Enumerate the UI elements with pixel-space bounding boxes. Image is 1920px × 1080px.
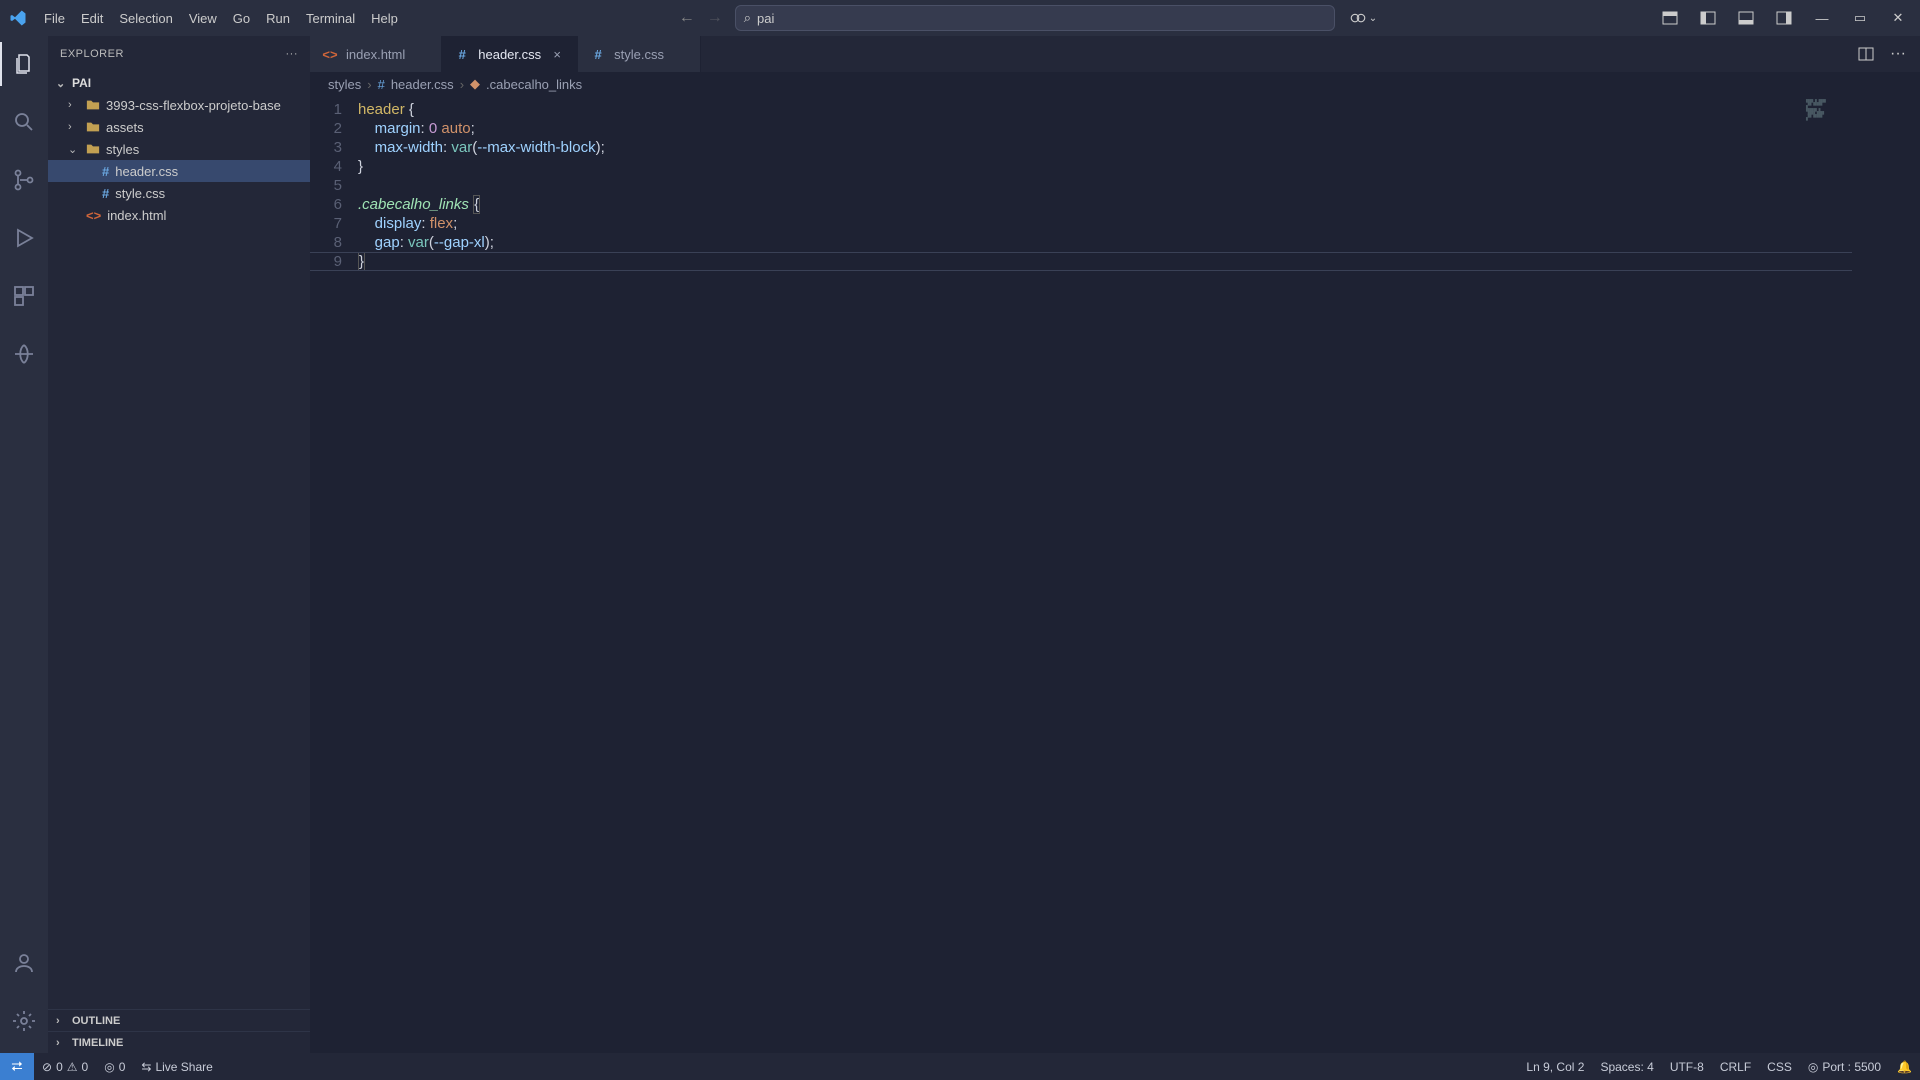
tab-actions: ··· [1852, 36, 1920, 72]
menu-file[interactable]: File [36, 0, 73, 36]
status-encoding[interactable]: UTF-8 [1662, 1053, 1712, 1080]
file-tree: ›3993-css-flexbox-projeto-base›assets⌄st… [48, 94, 310, 226]
breadcrumb-folder[interactable]: styles [328, 77, 361, 92]
status-bell-icon[interactable]: 🔔 [1889, 1053, 1920, 1080]
vscode-logo-icon [0, 9, 36, 27]
panel-right-icon[interactable] [1766, 0, 1802, 36]
sidebar-title-label: EXPLORER [60, 48, 124, 60]
code-content[interactable]: header { margin: 0 auto; max-width: var(… [358, 96, 605, 1053]
menu-run[interactable]: Run [258, 0, 298, 36]
menu-bar: File Edit Selection View Go Run Terminal… [36, 0, 406, 36]
liveshare-icon: ⇆ [141, 1060, 151, 1074]
status-go-live[interactable]: ◎Port : 5500 [1800, 1053, 1889, 1080]
broadcast-icon: ◎ [1808, 1060, 1818, 1074]
line-gutter: 123456789 [310, 96, 358, 1053]
status-spaces[interactable]: Spaces: 4 [1592, 1053, 1661, 1080]
title-right: — ▭ ✕ [1652, 0, 1920, 36]
accounts-icon[interactable] [0, 945, 48, 981]
more-actions-icon[interactable]: ··· [1884, 40, 1912, 68]
status-problems[interactable]: ⊘0 ⚠0 [34, 1053, 96, 1080]
split-editor-icon[interactable] [1852, 40, 1880, 68]
source-control-icon[interactable] [0, 162, 48, 198]
nav-back-icon[interactable]: ← [675, 6, 699, 30]
sidebar-bottom: ›OUTLINE ›TIMELINE [48, 1009, 310, 1053]
window-close[interactable]: ✕ [1880, 0, 1916, 36]
nav-forward-icon[interactable]: → [703, 6, 727, 30]
menu-go[interactable]: Go [225, 0, 258, 36]
live-share-icon[interactable] [0, 336, 48, 372]
editor-group: <>index.html#header.css×#style.css ··· s… [310, 36, 1920, 1053]
root-folder-label: PAI [72, 76, 91, 90]
workbench-body: EXPLORER ··· ⌄ PAI ›3993-css-flexbox-pro… [0, 36, 1920, 1053]
breadcrumbs[interactable]: styles › #header.css › ◆.cabecalho_links [310, 72, 1920, 96]
menu-selection[interactable]: Selection [111, 0, 180, 36]
warning-icon: ⚠ [67, 1060, 78, 1074]
side-bar: EXPLORER ··· ⌄ PAI ›3993-css-flexbox-pro… [48, 36, 310, 1053]
status-liveshare[interactable]: ⇆Live Share [133, 1053, 220, 1080]
menu-help[interactable]: Help [363, 0, 406, 36]
status-bar: ⮂ ⊘0 ⚠0 0 ⇆Live Share Ln 9, Col 2 Spaces… [0, 1053, 1920, 1080]
minimap[interactable]: ████ █ ████ ██ █████ █ ██████ █ ████ ███… [1806, 100, 1906, 130]
tab[interactable]: <>index.html [310, 36, 442, 72]
error-icon: ⊘ [42, 1060, 52, 1074]
menu-terminal[interactable]: Terminal [298, 0, 363, 36]
explorer-root[interactable]: ⌄ PAI [48, 72, 310, 94]
title-bar: File Edit Selection View Go Run Terminal… [0, 0, 1920, 36]
status-cursor[interactable]: Ln 9, Col 2 [1518, 1053, 1592, 1080]
status-language[interactable]: CSS [1759, 1053, 1800, 1080]
tab[interactable]: #header.css× [442, 36, 578, 72]
search-icon: ⌕ [744, 10, 751, 26]
explorer-icon[interactable] [0, 46, 48, 82]
copilot-icon[interactable]: ⌄ [1343, 0, 1383, 36]
status-eol[interactable]: CRLF [1712, 1053, 1759, 1080]
chevron-down-icon: ⌄ [56, 77, 68, 90]
window-minimize[interactable]: — [1804, 0, 1840, 36]
sidebar-more-icon[interactable]: ··· [286, 48, 299, 60]
run-debug-icon[interactable] [0, 220, 48, 256]
tab-bar: <>index.html#header.css×#style.css ··· [310, 36, 1920, 72]
command-center-search[interactable]: ⌕ pai [735, 5, 1335, 31]
tree-item[interactable]: ›assets [48, 116, 310, 138]
title-center: ← → ⌕ pai ⌄ [406, 0, 1652, 36]
extensions-icon[interactable] [0, 278, 48, 314]
activity-bar [0, 36, 48, 1053]
close-tab-icon[interactable]: × [549, 47, 565, 62]
panel-bottom-icon[interactable] [1728, 0, 1764, 36]
tab[interactable]: #style.css [578, 36, 701, 72]
broadcast-icon [104, 1060, 114, 1074]
layout-toggle-icon[interactable] [1652, 0, 1688, 36]
menu-view[interactable]: View [181, 0, 225, 36]
tree-item[interactable]: ›3993-css-flexbox-projeto-base [48, 94, 310, 116]
search-value: pai [757, 11, 774, 26]
menu-edit[interactable]: Edit [73, 0, 111, 36]
outline-section[interactable]: ›OUTLINE [48, 1009, 310, 1031]
editor-area[interactable]: 123456789 header { margin: 0 auto; max-w… [310, 96, 1920, 1053]
sidebar-title: EXPLORER ··· [48, 36, 310, 72]
search-activity-icon[interactable] [0, 104, 48, 140]
tree-item[interactable]: <>index.html [48, 204, 310, 226]
panel-left-icon[interactable] [1690, 0, 1726, 36]
tree-item[interactable]: #header.css [48, 160, 310, 182]
tree-item[interactable]: #style.css [48, 182, 310, 204]
status-ports[interactable]: 0 [96, 1053, 133, 1080]
tree-item[interactable]: ⌄styles [48, 138, 310, 160]
remote-indicator[interactable]: ⮂ [0, 1053, 34, 1080]
timeline-section[interactable]: ›TIMELINE [48, 1031, 310, 1053]
breadcrumb-file[interactable]: header.css [391, 77, 454, 92]
window-maximize[interactable]: ▭ [1842, 0, 1878, 36]
settings-gear-icon[interactable] [0, 1003, 48, 1039]
breadcrumb-symbol[interactable]: .cabecalho_links [486, 77, 582, 92]
